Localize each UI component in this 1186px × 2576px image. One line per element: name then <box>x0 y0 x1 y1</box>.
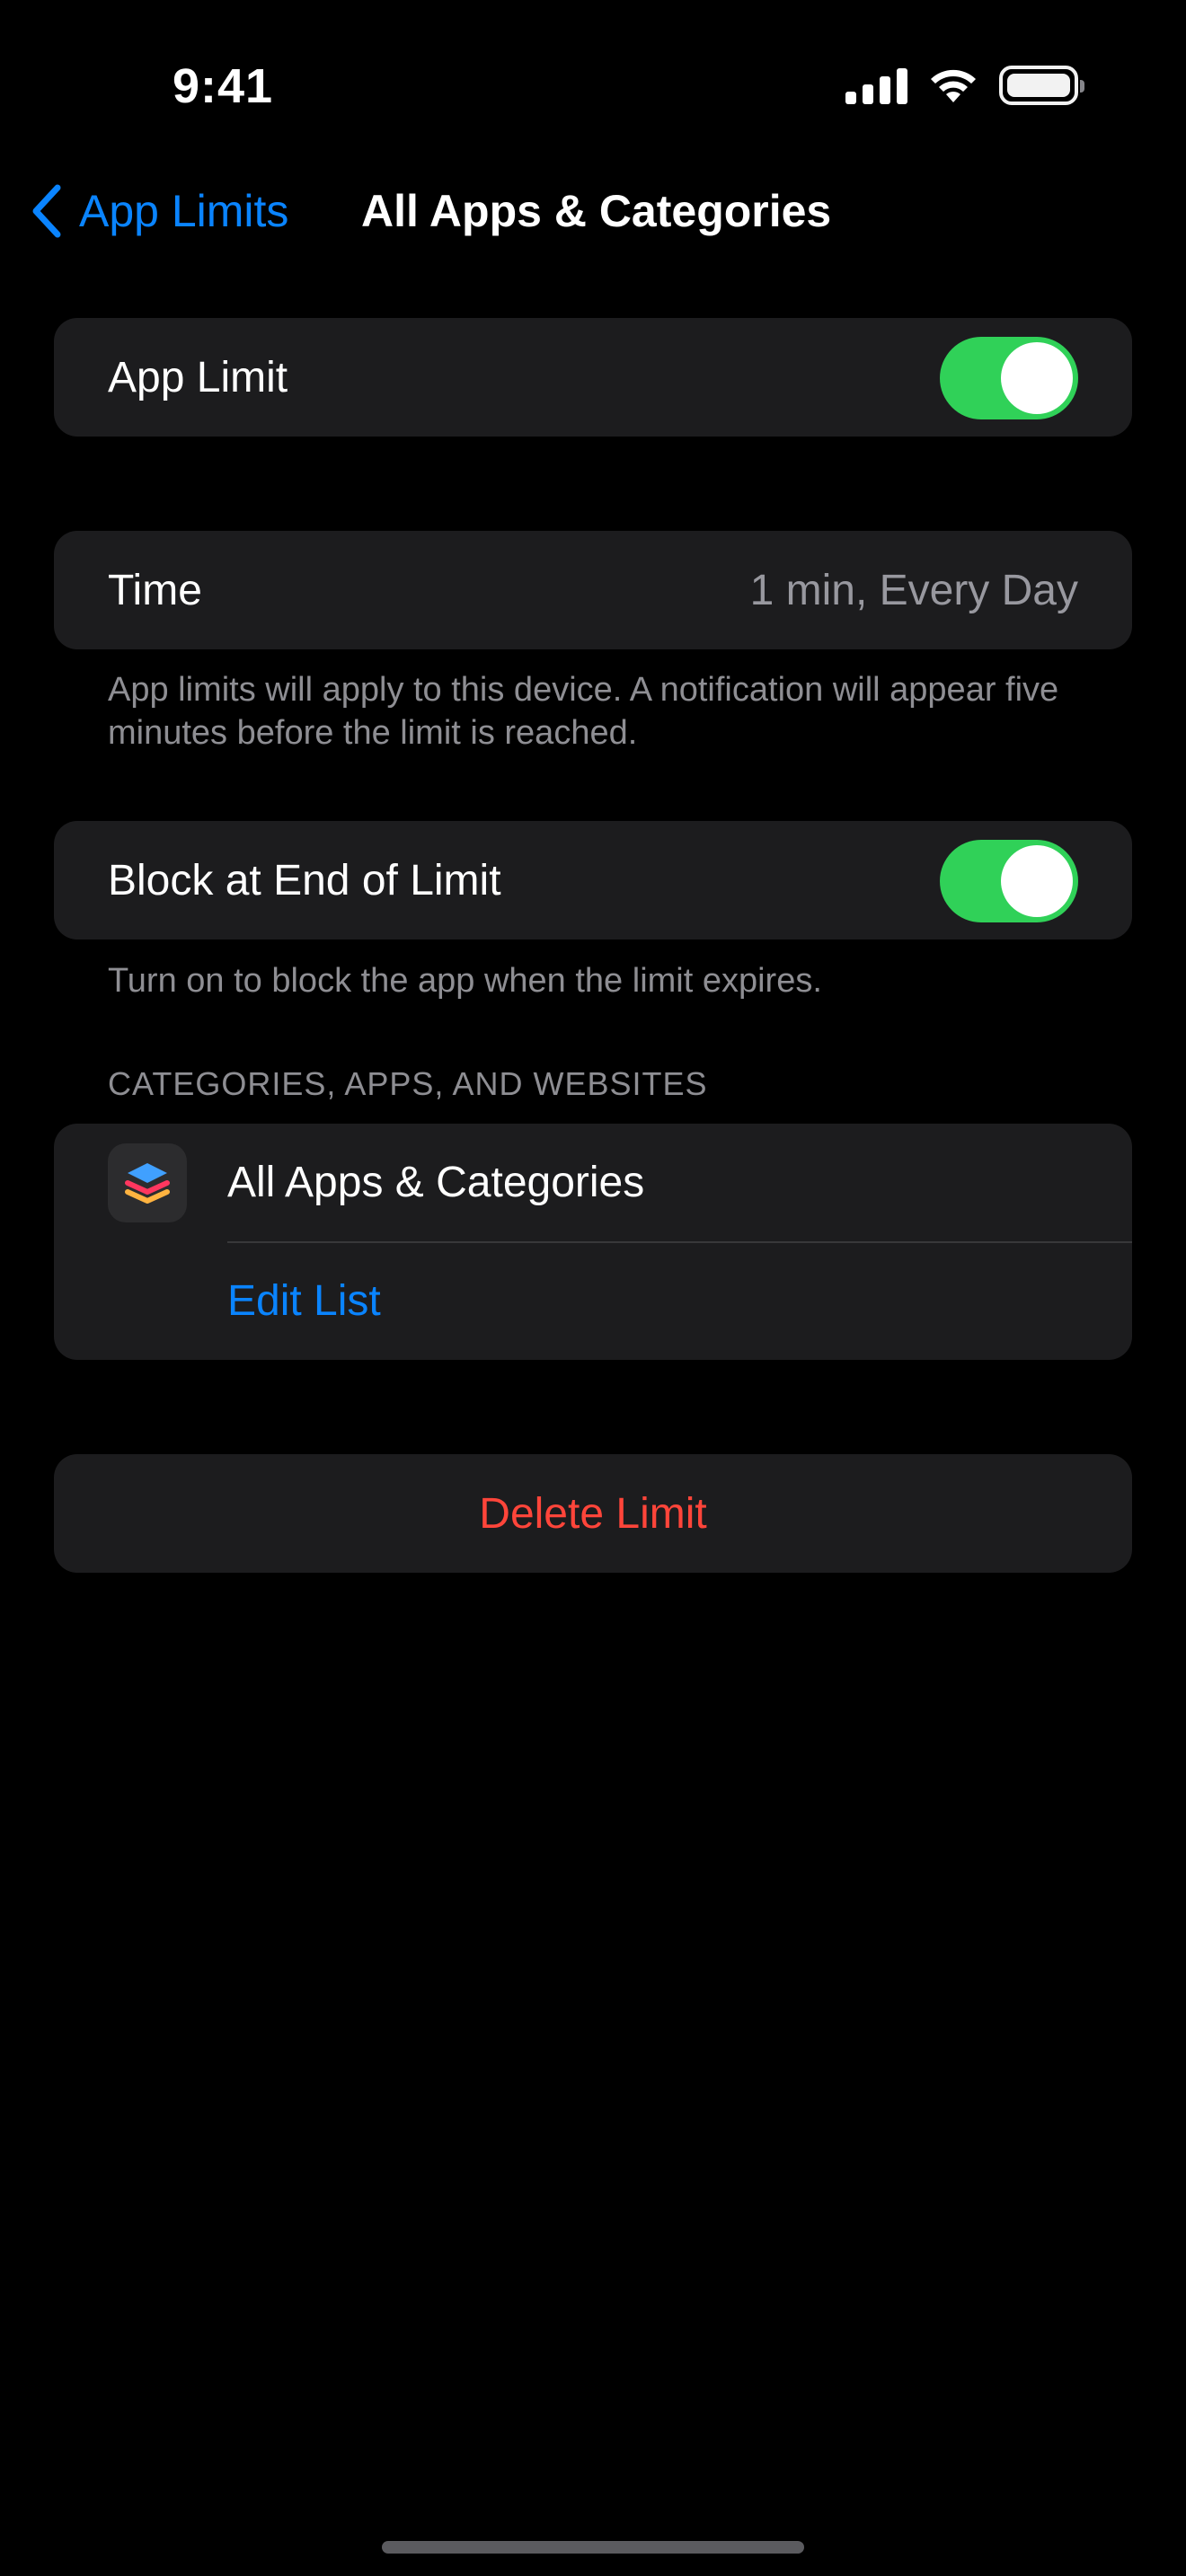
back-button-label: App Limits <box>79 186 289 236</box>
back-button[interactable]: App Limits <box>31 175 288 247</box>
cellular-signal-icon <box>845 66 907 104</box>
block-at-end-label: Block at End of Limit <box>108 856 501 904</box>
app-limit-group: App Limit <box>54 318 1132 437</box>
categories-group: All Apps & Categories Edit List <box>54 1124 1132 1360</box>
status-indicators <box>845 63 1084 108</box>
categories-section-header: CATEGORIES, APPS, AND WEBSITES <box>108 1065 708 1102</box>
toggle-knob <box>1001 845 1073 917</box>
time-label: Time <box>108 566 202 614</box>
block-at-end-footer: Turn on to block the app when the limit … <box>108 962 822 1000</box>
screen: 9:41 App Limits All Apps & Categories Ap… <box>0 0 1186 2576</box>
battery-icon <box>999 66 1084 105</box>
page-title: All Apps & Categories <box>361 186 832 236</box>
all-apps-categories-item[interactable]: All Apps & Categories <box>227 1124 644 1242</box>
time-value: 1 min, Every Day <box>749 566 1078 614</box>
time-footer: App limits will apply to this device. A … <box>108 671 1059 752</box>
chevron-left-icon <box>32 184 61 238</box>
block-at-end-toggle[interactable] <box>940 840 1078 922</box>
time-group: Time 1 min, Every Day <box>54 531 1132 649</box>
battery-level <box>1007 74 1070 97</box>
wifi-icon <box>931 69 976 102</box>
edit-list-button[interactable]: Edit List <box>227 1243 381 1360</box>
app-limit-label: App Limit <box>108 353 288 401</box>
home-indicator[interactable] <box>382 2541 804 2554</box>
app-limit-row: App Limit <box>54 318 1132 437</box>
stacked-layers-icon <box>108 1143 187 1222</box>
toggle-knob <box>1001 342 1073 414</box>
block-at-end-row: Block at End of Limit <box>54 821 1132 940</box>
navigation-bar: App Limits All Apps & Categories <box>0 175 1186 247</box>
delete-limit-button[interactable]: Delete Limit <box>54 1454 1132 1573</box>
time-row[interactable]: Time 1 min, Every Day <box>54 531 1132 649</box>
delete-group: Delete Limit <box>54 1454 1132 1573</box>
status-time: 9:41 <box>172 59 274 113</box>
app-limit-toggle[interactable] <box>940 337 1078 419</box>
block-at-end-group: Block at End of Limit <box>54 821 1132 940</box>
